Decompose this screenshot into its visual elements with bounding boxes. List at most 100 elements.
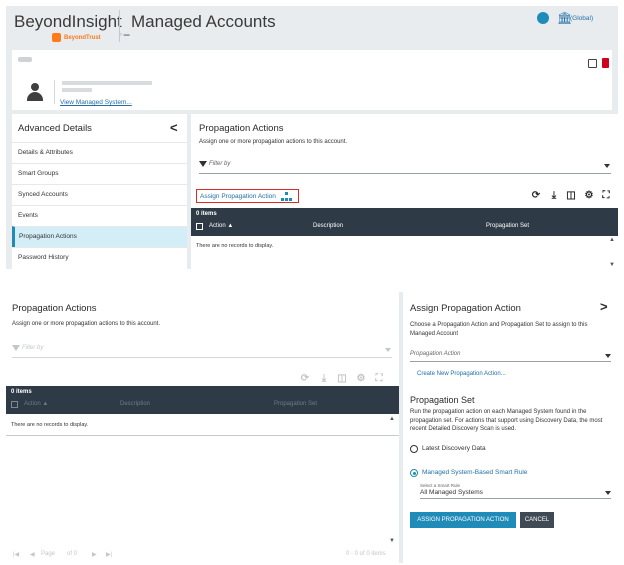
smart-rule-label: Select a Smart Rule (420, 483, 461, 488)
sidebar-item-synced-accounts[interactable]: Synced Accounts (12, 184, 187, 205)
filter-input: Filter by (22, 345, 44, 351)
columns-icon[interactable]: ◫ (566, 191, 576, 201)
chevron-left-icon[interactable]: < (170, 120, 178, 135)
propagation-actions-panel-dimmed: Propagation Actions Assign one or more p… (6, 292, 399, 563)
assign-propagation-action-button[interactable]: ASSIGN PROPAGATION ACTION (410, 512, 516, 528)
page-of-label: of 0 (67, 551, 78, 557)
select-underline (410, 361, 611, 362)
assign-propagation-action-link[interactable]: Assign Propagation Action (200, 193, 276, 200)
trash-icon[interactable] (602, 58, 609, 68)
app-header: BeyondInsight BeyondTrust Managed Accoun… (6, 6, 618, 46)
account-name-redacted (18, 57, 32, 62)
columns-icon: ◫ (337, 373, 347, 384)
fullscreen-icon[interactable]: ⛶ (601, 191, 611, 201)
propagation-set-description: Run the propagation action on each Manag… (410, 409, 603, 432)
brand-logo: BeyondTrust (52, 33, 101, 42)
filter-input[interactable]: Filter by (209, 161, 230, 167)
first-page-icon: |◀ (13, 552, 20, 558)
avatar (26, 83, 44, 101)
column-action[interactable]: Action ▲ (209, 223, 233, 229)
column-action: Action ▲ (24, 401, 49, 407)
gear-icon[interactable]: ⚙ (584, 191, 594, 201)
refresh-icon: ⟳ (300, 373, 310, 384)
edit-icon[interactable] (588, 59, 597, 68)
sidebar-item-events[interactable]: Events (12, 205, 187, 226)
smart-rule-select[interactable]: All Managed Systems (420, 489, 483, 496)
user-icon[interactable] (537, 12, 549, 24)
sidebar-item-smart-groups[interactable]: Smart Groups (12, 163, 187, 184)
propagation-set-title: Propagation Set (410, 395, 475, 405)
scroll-up-icon[interactable]: ▲ (609, 237, 615, 243)
sidebar-item-details[interactable]: Details & Attributes (12, 142, 187, 163)
smart-rule-underline (420, 498, 611, 499)
propagation-action-select[interactable]: Propagation Action (410, 351, 460, 357)
prev-page-icon: ◀ (30, 552, 35, 558)
row-divider (6, 435, 399, 436)
logo-text: BeyondTrust (64, 34, 101, 41)
advanced-details-panel: Advanced Details < Details & Attributes … (12, 114, 187, 269)
column-description: Description (120, 401, 151, 407)
download-icon[interactable]: ⤓ (549, 191, 559, 201)
scroll-up-icon[interactable]: ▲ (389, 416, 395, 422)
download-icon: ⤓ (321, 373, 327, 384)
column-propagation-set[interactable]: Propagation Set (486, 223, 529, 229)
column-propagation-set: Propagation Set (274, 401, 318, 407)
filter-icon (199, 161, 207, 167)
column-description[interactable]: Description (313, 223, 343, 229)
account-card: View Managed System... (12, 50, 612, 110)
fullscreen-icon: ⛶ (375, 373, 383, 384)
chevron-down-icon (385, 348, 391, 352)
breadcrumb: › ▬ (120, 32, 130, 38)
propagation-title: Propagation Actions (199, 123, 284, 134)
propagation-actions-panel: Propagation Actions Assign one or more p… (191, 114, 618, 269)
create-propagation-action-link[interactable]: Create New Propagation Action... (417, 371, 506, 377)
advanced-details-title: Advanced Details (18, 123, 92, 134)
select-all-checkbox[interactable] (196, 223, 203, 230)
refresh-icon[interactable]: ⟳ (531, 191, 541, 201)
radio-smart-rule-label[interactable]: Managed System-Based Smart Rule (422, 469, 528, 476)
radio-smart-rule[interactable] (410, 469, 418, 477)
last-page-icon: ▶| (106, 552, 113, 558)
empty-message: There are no records to display. (11, 422, 89, 428)
filter-icon (12, 345, 20, 351)
next-page-icon: ▶ (92, 552, 97, 558)
select-all-checkbox (11, 401, 18, 408)
radio-latest-discovery-label[interactable]: Latest Discovery Data (422, 445, 486, 452)
items-count: 0 items (196, 211, 217, 217)
chevron-right-icon[interactable]: > (600, 299, 608, 314)
propagation-title: Propagation Actions (12, 303, 97, 314)
page-title: Managed Accounts (131, 12, 276, 31)
bottom-screenshot: Propagation Actions Assign one or more p… (6, 292, 618, 563)
radio-latest-discovery[interactable] (410, 445, 418, 453)
propagation-description: Assign one or more propagation actions t… (199, 139, 348, 145)
empty-message: There are no records to display. (196, 243, 274, 249)
product-name: BeyondInsight (14, 12, 122, 31)
pager: |◀ ◀ Page of 0 ▶ ▶| 0 - 0 of 0 items (6, 546, 399, 563)
sidebar-item-propagation-actions[interactable]: Propagation Actions (12, 226, 187, 247)
grid-header: 0 items Action ▲ Description Propagation… (6, 386, 399, 414)
page-range: 0 - 0 of 0 items (346, 551, 386, 557)
chevron-down-icon[interactable] (604, 164, 610, 168)
gear-icon: ⚙ (356, 373, 366, 384)
account-detail-redacted (62, 88, 92, 92)
sidebar-item-password-history[interactable]: Password History (12, 247, 187, 268)
page-label: Page (41, 551, 56, 557)
view-managed-system-link[interactable]: View Managed System... (60, 99, 132, 106)
chevron-down-icon[interactable] (605, 354, 611, 358)
assign-panel-description: Choose a Propagation Action and Propagat… (410, 322, 588, 337)
scroll-down-icon[interactable]: ▼ (609, 262, 615, 268)
beyondtrust-logo-icon (52, 33, 61, 42)
org-chart-icon[interactable] (281, 192, 293, 201)
scroll-down-icon[interactable]: ▼ (389, 538, 395, 544)
chevron-down-icon[interactable] (605, 491, 611, 495)
propagation-description: Assign one or more propagation actions t… (12, 321, 161, 327)
cancel-button[interactable]: CANCEL (520, 512, 554, 528)
assign-panel-title: Assign Propagation Action (410, 303, 521, 314)
filter-underline (12, 357, 392, 358)
assign-propagation-panel: Assign Propagation Action > Choose a Pro… (403, 292, 618, 563)
account-detail-redacted (62, 81, 152, 85)
top-screenshot: BeyondInsight BeyondTrust Managed Accoun… (6, 6, 618, 269)
scope-label[interactable]: (Global) (570, 15, 593, 22)
account-divider (54, 80, 55, 104)
grid-header: 0 items Action ▲ Description Propagation… (191, 208, 618, 236)
